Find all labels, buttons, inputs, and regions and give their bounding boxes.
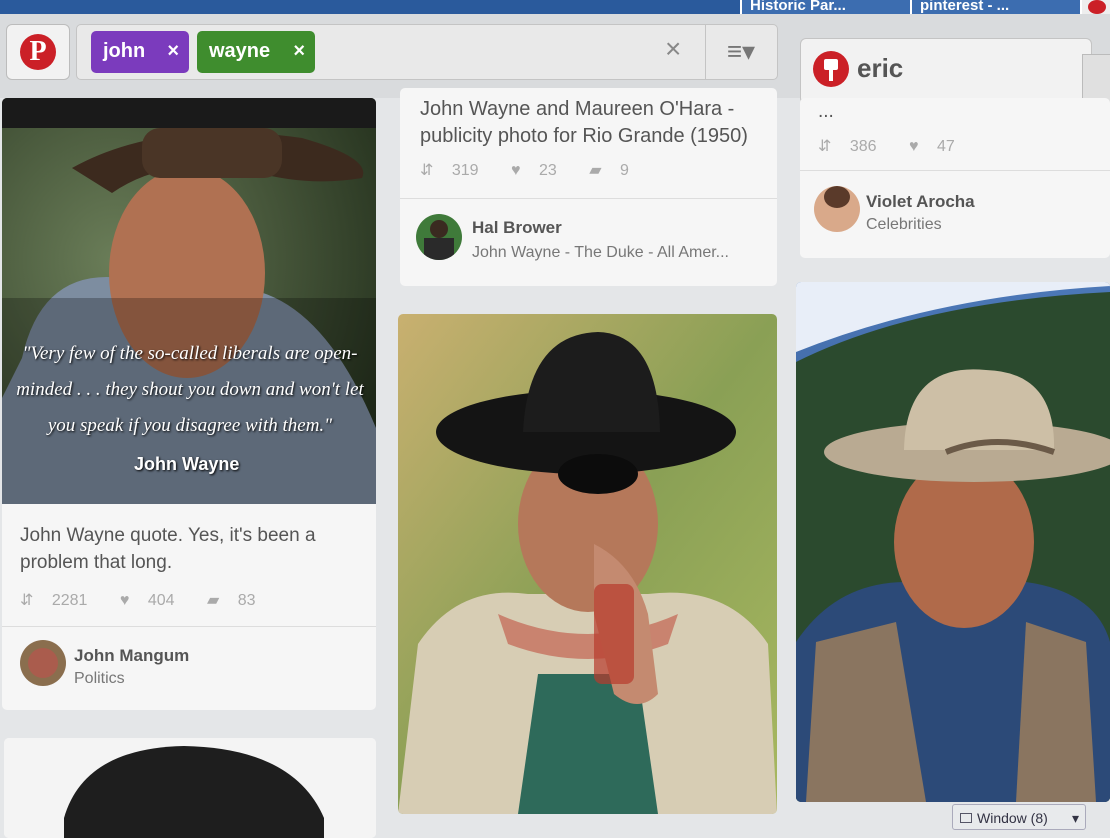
- avatar[interactable]: [416, 214, 462, 260]
- pin-description: John Wayne and Maureen O'Hara - publicit…: [420, 98, 748, 147]
- like-count: ♥ 404: [119, 592, 175, 609]
- pin-description: John Wayne quote. Yes, it's been a probl…: [20, 525, 316, 573]
- pin-card-quote[interactable]: "Very few of the so-called liberals are …: [2, 98, 376, 710]
- pin-card-celebrities[interactable]: ... ⇵ 386 ♥ 47 Violet Arocha Celebrities: [800, 98, 1110, 258]
- repin-icon: ⇵: [818, 138, 832, 155]
- search-token-wayne[interactable]: wayne ×: [197, 31, 315, 73]
- pinterest-logo-button[interactable]: P: [6, 24, 70, 80]
- like-count: ♥ 47: [909, 138, 955, 155]
- remove-token-icon[interactable]: ×: [167, 31, 179, 71]
- window-count-label: Window (8): [977, 810, 1048, 826]
- repin-count: ⇵ 386: [818, 138, 877, 155]
- john-wayne-eyepatch-photo: [398, 314, 777, 814]
- search-token-label: john: [103, 40, 146, 62]
- pinterest-favicon-icon: [1088, 0, 1106, 14]
- heart-icon: ♥: [511, 162, 521, 179]
- remove-token-icon[interactable]: ×: [293, 31, 305, 71]
- board-name[interactable]: Celebrities: [866, 216, 942, 234]
- repin-icon: ⇵: [420, 162, 434, 179]
- window-status-button[interactable]: Window (8) ▾: [952, 804, 1086, 830]
- comment-count: ▰ 83: [207, 592, 256, 609]
- comment-icon: ▰: [589, 162, 602, 179]
- pin-description: ...: [818, 101, 834, 122]
- repin-icon: ⇵: [20, 592, 34, 609]
- heart-icon: ♥: [119, 592, 130, 609]
- pinner-name[interactable]: John Mangum: [74, 646, 189, 666]
- browser-tab-pinterest-icon[interactable]: [1080, 0, 1110, 14]
- browser-tab-historic[interactable]: Historic Par...: [740, 0, 916, 14]
- pin-stats: ⇵ 2281 ♥ 404 ▰ 83: [20, 590, 284, 610]
- repin-count: ⇵ 319: [420, 162, 479, 179]
- pinterest-header: P john × wayne × × ≡▾ eric: [0, 14, 1110, 110]
- avatar[interactable]: [814, 186, 860, 232]
- menu-icon: ≡▾: [726, 36, 756, 66]
- clear-search-icon[interactable]: ×: [665, 33, 681, 65]
- repin-count: ⇵ 2281: [20, 592, 88, 609]
- pin-icon: [813, 51, 849, 87]
- pin-image: [4, 738, 376, 838]
- heart-icon: ♥: [909, 138, 919, 155]
- pin-card-next[interactable]: [4, 738, 376, 838]
- secondary-search-box[interactable]: eric: [800, 38, 1092, 104]
- chevron-down-icon: ▾: [1071, 810, 1079, 826]
- card-divider: [800, 170, 1110, 171]
- search-bar[interactable]: john × wayne × × ≡▾: [76, 24, 778, 80]
- pinner-name[interactable]: Hal Brower: [472, 218, 562, 238]
- browser-tab-label: Historic Par...: [750, 0, 846, 14]
- window-icon: [960, 813, 972, 823]
- search-menu-button[interactable]: ≡▾: [705, 25, 776, 79]
- search-token-label: wayne: [209, 40, 271, 62]
- browser-tab-label: pinterest - ...: [920, 0, 1010, 14]
- comment-icon: ▰: [207, 592, 220, 609]
- avatar[interactable]: [20, 640, 66, 686]
- pin-image[interactable]: "Very few of the so-called liberals are …: [2, 98, 376, 504]
- pin-stats: ⇵ 386 ♥ 47: [818, 136, 983, 156]
- pin-card-rio-grande[interactable]: John Wayne and Maureen O'Hara - publicit…: [400, 88, 777, 286]
- browser-tab-pinterest[interactable]: pinterest - ...: [910, 0, 1086, 14]
- pin-stats: ⇵ 319 ♥ 23 ▰ 9: [420, 160, 657, 180]
- card-divider: [2, 626, 376, 627]
- like-count: ♥ 23: [511, 162, 557, 179]
- quote-text: "Very few of the so-called liberals are …: [16, 343, 364, 436]
- board-name[interactable]: John Wayne - The Duke - All Amer...: [472, 244, 764, 262]
- pin-card-eyepatch-photo[interactable]: [398, 314, 777, 814]
- board-name[interactable]: Politics: [74, 670, 125, 688]
- secondary-search-value[interactable]: eric: [857, 53, 903, 84]
- browser-tab-strip: Historic Par... pinterest - ...: [0, 0, 1110, 14]
- card-divider: [400, 198, 777, 199]
- quote-author: John Wayne: [134, 454, 240, 474]
- search-token-john[interactable]: john ×: [91, 31, 189, 73]
- comment-count: ▰ 9: [589, 162, 629, 179]
- pinterest-logo-icon: P: [20, 34, 56, 70]
- john-wayne-cowboy-hat-photo: [796, 282, 1110, 802]
- pinner-name[interactable]: Violet Arocha: [866, 192, 975, 212]
- pin-card-cowboy-photo[interactable]: [796, 282, 1110, 802]
